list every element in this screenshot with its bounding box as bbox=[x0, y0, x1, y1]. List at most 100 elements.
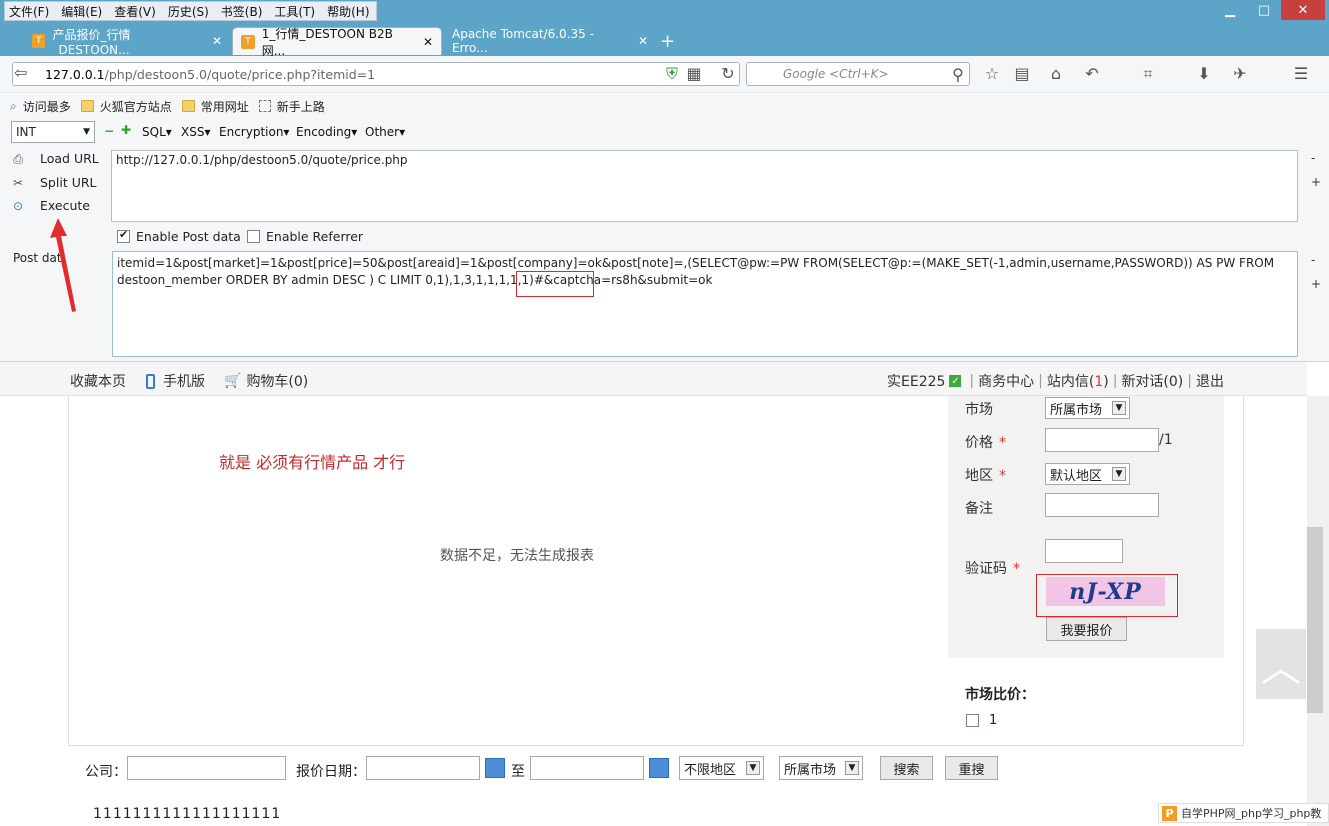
hackbar-menu-sql[interactable]: SQL▾ bbox=[142, 125, 172, 139]
bookmark-firefox-site[interactable]: 火狐官方站点 bbox=[80, 98, 172, 115]
menu-view[interactable]: 查看(V) bbox=[114, 3, 156, 20]
bookmark-star-icon[interactable]: ☆ bbox=[982, 64, 1002, 84]
search-input[interactable]: Google <Ctrl+K> bbox=[746, 62, 970, 86]
logout-link[interactable]: 退出 bbox=[1196, 371, 1224, 391]
calendar-icon[interactable] bbox=[649, 758, 669, 778]
bookmark-common-sites[interactable]: 常用网址 bbox=[181, 98, 249, 115]
mobile-link[interactable]: 手机版 bbox=[146, 371, 205, 391]
address-bar[interactable]: 127.0.0.1/php/destoon5.0/quote/price.php… bbox=[12, 62, 740, 86]
region-select[interactable]: 不限地区 ▼ bbox=[679, 756, 764, 780]
tab-close-icon[interactable]: ✕ bbox=[638, 34, 648, 48]
destoon-favicon-icon: T bbox=[32, 34, 46, 48]
chevron-down-icon: ▼ bbox=[845, 761, 859, 775]
bookmarks-toolbar: ⌕ 访问最多 火狐官方站点 常用网址 新手上路 bbox=[0, 94, 1329, 118]
market-filter-select[interactable]: 所属市场 ▼ bbox=[779, 756, 863, 780]
business-center-link[interactable]: 商务中心 bbox=[978, 371, 1034, 391]
captcha-label: 验证码 * bbox=[965, 561, 1020, 577]
tab-quote-detail[interactable]: T 1_行情_DESTOON B2B网... ✕ bbox=[232, 27, 442, 58]
load-url-button[interactable]: ⎙ Load URL bbox=[10, 151, 99, 166]
search-button[interactable]: 搜索 bbox=[880, 756, 933, 780]
submit-quote-button[interactable]: 我要报价 bbox=[1046, 617, 1127, 641]
minus-icon[interactable]: − bbox=[104, 124, 114, 138]
price-input[interactable] bbox=[1045, 428, 1159, 452]
captcha-input[interactable] bbox=[1045, 539, 1123, 563]
hackbar-menu-other[interactable]: Other▾ bbox=[365, 125, 405, 139]
url-expand-icon[interactable]: + bbox=[1311, 175, 1321, 189]
post-expand-icon[interactable]: + bbox=[1311, 277, 1321, 291]
addon-icon[interactable]: ✈ bbox=[1230, 64, 1250, 84]
checkbox-checked-icon bbox=[117, 228, 130, 243]
shield-icon[interactable]: ⛨ bbox=[662, 64, 682, 84]
menu-bookmarks[interactable]: 书签(B) bbox=[221, 3, 263, 20]
area-select[interactable]: 默认地区 ▼ bbox=[1045, 463, 1130, 485]
menu-file[interactable]: 文件(F) bbox=[9, 3, 49, 20]
date-label: 报价日期： bbox=[296, 764, 366, 780]
favorite-link[interactable]: 收藏本页 bbox=[70, 371, 126, 391]
market-label: 市场 bbox=[965, 402, 993, 418]
reload-icon[interactable]: ↻ bbox=[718, 64, 738, 84]
hackbar-menu-encryption[interactable]: Encryption▾ bbox=[219, 125, 289, 139]
cart-link[interactable]: 🛒 购物车(0) bbox=[224, 371, 308, 391]
tab-close-icon[interactable]: ✕ bbox=[423, 35, 433, 49]
menu-tools[interactable]: 工具(T) bbox=[274, 3, 315, 20]
qr-icon[interactable]: ▦ bbox=[684, 64, 704, 84]
menu-edit[interactable]: 编辑(E) bbox=[61, 3, 102, 20]
market-select[interactable]: 所属市场 ▼ bbox=[1045, 397, 1130, 419]
enable-referrer-checkbox[interactable]: Enable Referrer bbox=[247, 229, 363, 244]
tab-label: Apache Tomcat/6.0.35 - Erro... bbox=[452, 27, 594, 55]
bookmark-getting-started[interactable]: 新手上路 bbox=[258, 98, 325, 115]
messages-link[interactable]: 站内信(1) bbox=[1047, 371, 1109, 391]
chevron-down-icon: ▼ bbox=[746, 761, 760, 775]
username[interactable]: 实EE225 bbox=[887, 371, 945, 391]
scissors-icon: ✂ bbox=[12, 175, 24, 190]
post-shrink-icon[interactable]: - bbox=[1311, 253, 1315, 267]
search-icon[interactable]: ⚲ bbox=[948, 65, 968, 85]
no-data-message: 数据不足，无法生成报表 bbox=[440, 548, 594, 564]
minimize-icon[interactable]: ▁ bbox=[1213, 0, 1247, 20]
reading-list-icon[interactable]: ▤ bbox=[1012, 64, 1032, 84]
company-label: 公司： bbox=[85, 764, 127, 780]
plus-icon[interactable]: ✚ bbox=[121, 123, 131, 137]
execute-button[interactable]: ⊙ Execute bbox=[10, 198, 90, 213]
close-window-icon[interactable]: ✕ bbox=[1281, 0, 1325, 20]
bookmark-most-visited[interactable]: ⌕ 访问最多 bbox=[10, 98, 71, 115]
note-input[interactable] bbox=[1045, 493, 1159, 517]
tab-quote-list[interactable]: T 产品报价_行情_DESTOON... ✕ bbox=[24, 27, 230, 57]
folder-icon bbox=[80, 100, 94, 112]
maximize-icon[interactable]: □ bbox=[1247, 0, 1281, 20]
tab-tomcat[interactable]: Apache Tomcat/6.0.35 - Erro... ✕ bbox=[444, 27, 656, 55]
split-url-button[interactable]: ✂ Split URL bbox=[10, 175, 97, 190]
back-arrow-icon[interactable]: ⇦ bbox=[14, 63, 40, 85]
crop-icon[interactable]: ⌗ bbox=[1138, 64, 1158, 84]
back-to-top-icon[interactable]: ︿ bbox=[1256, 629, 1306, 699]
company-input[interactable] bbox=[127, 756, 286, 780]
checkbox-unchecked-icon bbox=[247, 230, 260, 243]
download-icon[interactable]: ⬇ bbox=[1194, 64, 1214, 84]
menu-help[interactable]: 帮助(H) bbox=[327, 3, 369, 20]
calendar-icon[interactable] bbox=[485, 758, 505, 778]
date-to-input[interactable] bbox=[530, 756, 644, 780]
post-data-textarea[interactable]: itemid=1&post[market]=1&post[price]=50&p… bbox=[112, 251, 1298, 357]
hackbar-type-select[interactable]: INT ▼ bbox=[11, 121, 95, 143]
chevron-down-icon: ▼ bbox=[1112, 401, 1126, 415]
reset-button[interactable]: 重搜 bbox=[945, 756, 998, 780]
hackbar-menu-encoding[interactable]: Encoding▾ bbox=[296, 125, 357, 139]
date-from-input[interactable] bbox=[366, 756, 480, 780]
menu-bar: 文件(F) 编辑(E) 查看(V) 历史(S) 书签(B) 工具(T) 帮助(H… bbox=[4, 1, 377, 21]
compare-item[interactable]: 1 bbox=[966, 713, 997, 728]
menu-history[interactable]: 历史(S) bbox=[168, 3, 209, 20]
hamburger-menu-icon[interactable]: ☰ bbox=[1291, 64, 1311, 84]
scrollbar-thumb[interactable] bbox=[1307, 527, 1323, 713]
home-icon[interactable]: ⌂ bbox=[1046, 64, 1066, 84]
chevron-down-icon: ▼ bbox=[1112, 467, 1126, 481]
hackbar-menu-xss[interactable]: XSS▾ bbox=[181, 125, 210, 139]
tab-label: 产品报价_行情_DESTOON... bbox=[52, 27, 131, 57]
tab-close-icon[interactable]: ✕ bbox=[212, 34, 222, 48]
new-tab-icon[interactable]: + bbox=[660, 31, 675, 52]
note-label: 备注 bbox=[965, 501, 993, 517]
chat-link[interactable]: 新对话(0) bbox=[1121, 371, 1183, 391]
hackbar-url-textarea[interactable]: http://127.0.0.1/php/destoon5.0/quote/pr… bbox=[111, 150, 1298, 222]
url-shrink-icon[interactable]: - bbox=[1311, 151, 1315, 165]
undo-icon[interactable]: ↶ bbox=[1082, 64, 1102, 84]
enable-post-checkbox[interactable]: Enable Post data bbox=[117, 228, 241, 244]
